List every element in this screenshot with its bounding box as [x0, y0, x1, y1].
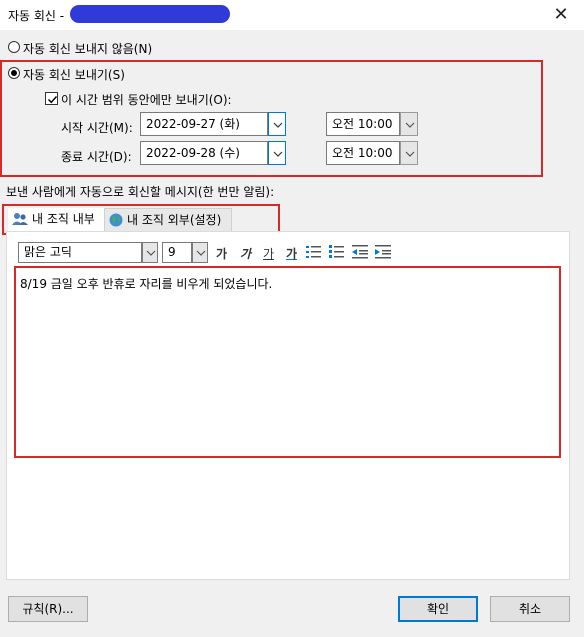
rules-button[interactable]: 규칙(R)... [8, 596, 88, 622]
close-button[interactable]: ✕ [538, 0, 584, 30]
chevron-down-icon [146, 250, 156, 256]
time-range-label[interactable]: 이 시간 범위 동안에만 보내기(O): [61, 91, 232, 108]
no-auto-reply-radio[interactable] [8, 41, 20, 53]
chevron-down-icon [273, 122, 283, 128]
end-date-dropdown[interactable] [268, 141, 286, 165]
font-size-select[interactable]: 9 [162, 242, 192, 263]
decrease-indent-icon[interactable] [352, 245, 368, 259]
start-date-field[interactable]: 2022-09-27 (화) [140, 112, 268, 136]
font-size-dropdown[interactable] [192, 242, 208, 263]
font-select[interactable]: 맑은 고딕 [18, 242, 142, 263]
cancel-button[interactable]: 취소 [490, 596, 570, 622]
no-auto-reply-label[interactable]: 자동 회신 보내지 않음(N) [23, 40, 152, 57]
end-date-field[interactable]: 2022-09-28 (수) [140, 141, 268, 165]
italic-button[interactable]: 가 [240, 245, 251, 262]
tab-outside-org-label: 내 조직 외부(설정) [127, 213, 222, 227]
font-color-button[interactable]: 가 [286, 245, 297, 262]
check-icon [48, 96, 58, 104]
message-body-text[interactable]: 8/19 금일 오후 반휴로 자리를 비우게 되었습니다. [20, 275, 272, 292]
globe-icon [109, 213, 123, 227]
chevron-down-icon [405, 151, 415, 157]
message-label: 보낸 사람에게 자동으로 회신할 메시지(한 번만 알림): [6, 185, 275, 199]
chevron-down-icon [196, 250, 206, 256]
numbering-icon[interactable] [329, 245, 345, 259]
start-time-field[interactable]: 오전 10:00 [326, 112, 400, 136]
bullets-icon[interactable] [306, 245, 322, 259]
tab-inside-org-label: 내 조직 내부 [32, 212, 95, 226]
time-range-checkbox[interactable] [45, 92, 58, 105]
tab-outside-org[interactable]: 내 조직 외부(설정) [104, 208, 232, 232]
end-time-field[interactable]: 오전 10:00 [326, 141, 400, 165]
send-auto-reply-radio[interactable] [8, 67, 20, 79]
chevron-down-icon [405, 122, 415, 128]
window-title: 자동 회신 - [8, 9, 65, 23]
start-time-label: 시작 시간(M): [61, 121, 133, 135]
highlight-message-body [14, 266, 561, 458]
increase-indent-icon[interactable] [375, 245, 391, 259]
underline-button[interactable]: 가 [263, 245, 274, 262]
chevron-down-icon [273, 151, 283, 157]
start-time-dropdown[interactable] [400, 112, 418, 136]
ok-button[interactable]: 확인 [398, 596, 478, 622]
bold-button[interactable]: 가 [216, 245, 227, 262]
people-icon [12, 213, 28, 225]
start-date-dropdown[interactable] [268, 112, 286, 136]
redacted-account [70, 5, 230, 23]
end-time-label: 종료 시간(D): [61, 150, 132, 164]
tab-inside-org[interactable]: 내 조직 내부 [8, 208, 104, 232]
send-auto-reply-label[interactable]: 자동 회신 보내기(S) [23, 66, 125, 83]
font-dropdown[interactable] [142, 242, 158, 263]
end-time-dropdown[interactable] [400, 141, 418, 165]
